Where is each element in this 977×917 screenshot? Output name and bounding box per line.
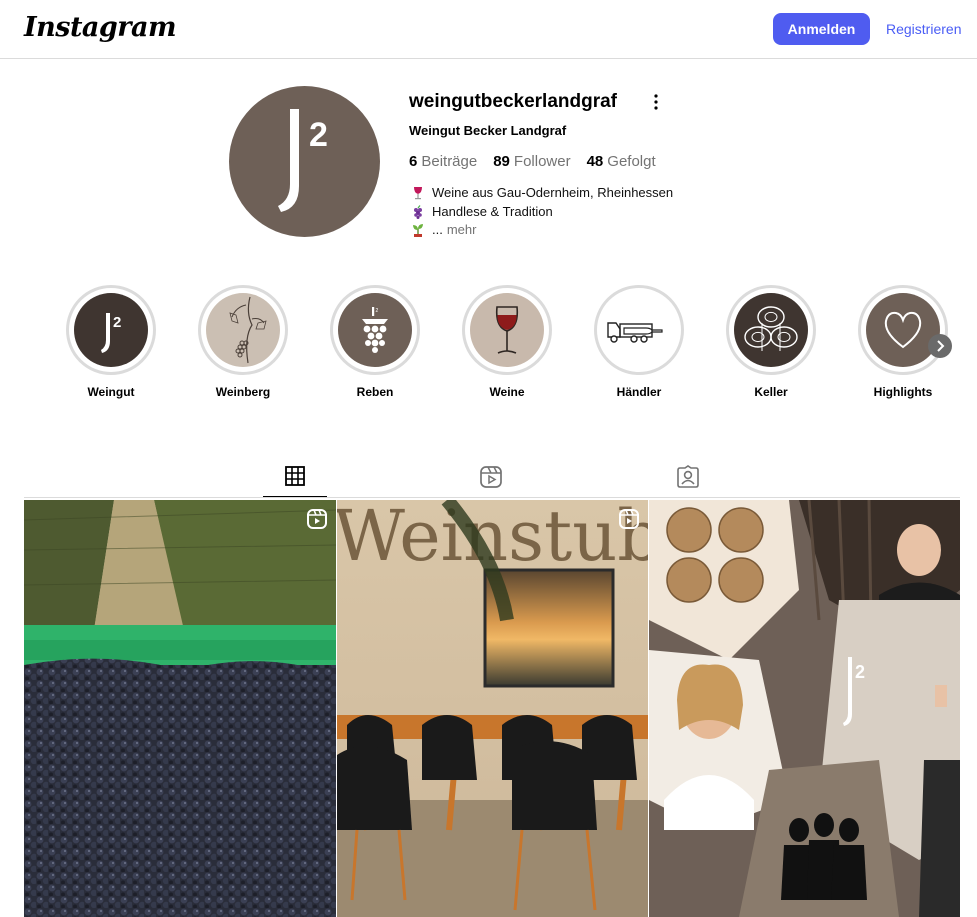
highlight-ring — [726, 285, 816, 375]
profile-full-name: Weingut Becker Landgraf — [409, 123, 567, 138]
highlight-label: Weingut — [87, 385, 135, 399]
post-tile[interactable] — [24, 500, 336, 917]
post-image: Weinstube — [337, 500, 648, 917]
profile-stats: 6 Beiträge 89 Follower 48 Gefolgt — [409, 153, 656, 170]
tabs-divider — [24, 497, 960, 498]
highlight-label: Weine — [489, 385, 525, 399]
bio-line-2: Handlese & Tradition — [432, 203, 553, 219]
reel-badge-icon — [619, 509, 639, 529]
highlight-label: Highlights — [873, 385, 933, 399]
j2-logo-icon: 2 — [74, 293, 148, 367]
following-count: 48 — [586, 153, 604, 170]
top-bar: Instagram Anmelden Registrieren — [0, 0, 977, 59]
highlight-weinberg[interactable]: Weinberg — [198, 285, 288, 399]
highlight-weine[interactable]: Weine — [462, 285, 552, 399]
bio-more-link[interactable]: mehr — [447, 221, 477, 240]
login-button[interactable]: Anmelden — [773, 13, 870, 45]
seedling-emoji-icon — [413, 224, 423, 238]
tagged-icon — [677, 465, 699, 488]
profile-avatar[interactable]: 2 — [229, 86, 380, 237]
highlight-weingut[interactable]: 2 Weingut — [66, 285, 156, 399]
svg-text:2: 2 — [376, 308, 379, 314]
followers-count: 89 — [493, 153, 510, 170]
posts-stat: 6 Beiträge — [409, 153, 477, 170]
tab-reels[interactable] — [459, 463, 523, 498]
vine-sketch-icon — [206, 293, 280, 367]
tab-tagged[interactable] — [656, 463, 720, 498]
highlight-haendler[interactable]: Händler — [594, 285, 684, 399]
grapes-emoji-icon — [414, 204, 422, 219]
svg-text:2: 2 — [113, 314, 121, 331]
highlight-keller[interactable]: Keller — [726, 285, 816, 399]
profile-username: weingutbeckerlandgraf — [409, 91, 617, 112]
highlight-ring — [594, 285, 684, 375]
post-tile[interactable]: 2 — [649, 500, 960, 917]
profile-bio: Weine aus Gau-Odernheim, Rheinhessen Han… — [411, 184, 673, 240]
barrels-icon — [734, 293, 808, 367]
register-link[interactable]: Registrieren — [886, 21, 961, 37]
delivery-truck-icon — [602, 293, 676, 367]
svg-text:2: 2 — [309, 116, 328, 154]
j2-logo-icon: 2 — [278, 109, 328, 212]
following-stat[interactable]: 48 Gefolgt — [587, 153, 656, 170]
followers-label: Follower — [513, 153, 571, 170]
reel-badge-icon — [307, 509, 327, 529]
reels-icon — [480, 466, 502, 488]
wine-glass-icon — [470, 293, 544, 367]
posts-label: Beiträge — [421, 153, 478, 170]
wine-glass-emoji-icon — [414, 187, 422, 200]
highlight-label: Händler — [616, 385, 662, 399]
bio-line-1: Weine aus Gau-Odernheim, Rheinhessen — [432, 185, 674, 200]
highlight-label: Reben — [356, 385, 394, 399]
post-image: 2 — [649, 500, 960, 917]
highlight-label: Weinberg — [215, 385, 271, 399]
following-label: Gefolgt — [607, 153, 656, 170]
highlight-reben[interactable]: 2 Reben — [330, 285, 420, 399]
followers-stat[interactable]: 89 Follower — [493, 153, 570, 170]
highlight-ring: 2 — [330, 285, 420, 375]
highlights-next-button[interactable] — [928, 334, 952, 358]
chevron-right-icon — [937, 340, 945, 352]
j2-collage-logo: 2 — [855, 662, 865, 682]
highlight-ring — [198, 285, 288, 375]
grape-icon: 2 — [338, 293, 412, 367]
highlight-ring: 2 — [66, 285, 156, 375]
post-image — [24, 500, 336, 917]
more-options-icon[interactable] — [650, 92, 662, 112]
instagram-logo[interactable]: Instagram — [24, 12, 177, 43]
post-tile[interactable]: Weinstube — [337, 500, 648, 917]
highlight-ring — [858, 285, 948, 375]
highlight-ring — [462, 285, 552, 375]
posts-count: 6 — [409, 153, 418, 170]
highlight-label: Keller — [754, 385, 788, 399]
grid-icon — [285, 466, 305, 486]
bio-ellipsis: ... — [432, 222, 443, 237]
tab-posts[interactable] — [263, 463, 327, 498]
